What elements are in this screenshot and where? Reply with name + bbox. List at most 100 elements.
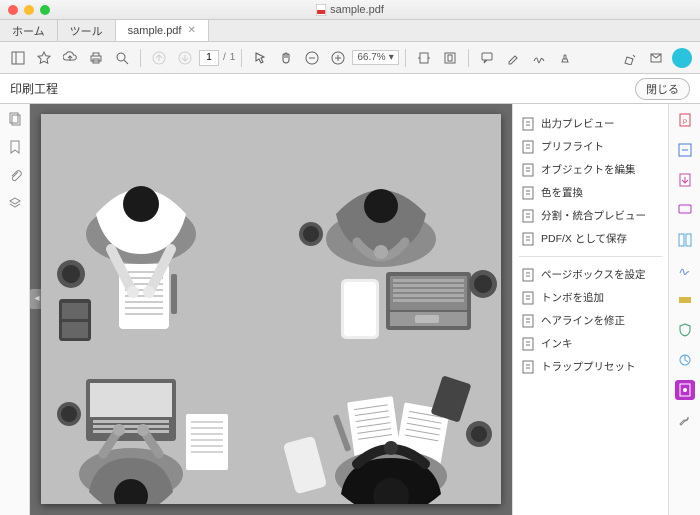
- tool-title: 印刷工程: [10, 80, 58, 97]
- comment-tool-icon: [677, 202, 693, 218]
- panel-item-icon: [521, 117, 535, 131]
- edit-tools-button[interactable]: [618, 46, 642, 70]
- tab-document-label: sample.pdf: [128, 25, 182, 37]
- panel-item-label: ヘアラインを修正: [541, 313, 625, 328]
- panel-item[interactable]: オブジェクトを編集: [519, 158, 662, 181]
- export-icon: [677, 172, 693, 188]
- zoom-window-button[interactable]: [40, 5, 50, 15]
- panel-item[interactable]: インキ: [519, 332, 662, 355]
- minus-circle-icon: [305, 51, 319, 65]
- panel-item[interactable]: 色を置換: [519, 181, 662, 204]
- panel-item-label: オブジェクトを編集: [541, 162, 636, 177]
- panel-item[interactable]: ページボックスを設定: [519, 263, 662, 286]
- close-window-button[interactable]: [8, 5, 18, 15]
- separator: [405, 49, 406, 67]
- fit-page-button[interactable]: [438, 46, 462, 70]
- print-button[interactable]: [84, 46, 108, 70]
- panel-item[interactable]: PDF/X として保存: [519, 227, 662, 250]
- organize-tool[interactable]: [675, 230, 695, 250]
- panel-item[interactable]: ヘアラインを修正: [519, 309, 662, 332]
- chevron-down-icon: ▾: [389, 52, 394, 63]
- export-pdf-tool[interactable]: [675, 170, 695, 190]
- sidebar-toggle-button[interactable]: [6, 46, 30, 70]
- create-pdf-icon: P: [677, 112, 693, 128]
- zoom-controls: 66.7% ▾: [300, 46, 398, 70]
- main-toolbar: / 1 66.7% ▾: [0, 42, 700, 74]
- zoom-dropdown[interactable]: 66.7% ▾: [352, 50, 398, 65]
- organize-icon: [677, 232, 693, 248]
- tab-tools[interactable]: ツール: [58, 20, 116, 41]
- more-tools[interactable]: [675, 410, 695, 430]
- minimize-window-button[interactable]: [24, 5, 34, 15]
- window-titlebar: sample.pdf: [0, 0, 700, 20]
- comment-button[interactable]: [475, 46, 499, 70]
- panel-item-label: 分割・統合プレビュー: [541, 208, 646, 223]
- fit-page-icon: [443, 51, 457, 65]
- page-separator: /: [223, 52, 226, 63]
- bookmarks-button[interactable]: [9, 140, 21, 154]
- panel-item-icon: [521, 360, 535, 374]
- star-button[interactable]: [32, 46, 56, 70]
- layers-icon: [8, 196, 22, 210]
- panel-item[interactable]: トンボを追加: [519, 286, 662, 309]
- optimize-tool[interactable]: [675, 350, 695, 370]
- sign-button[interactable]: [527, 46, 551, 70]
- print-production-tool[interactable]: [675, 380, 695, 400]
- share-button[interactable]: [644, 46, 668, 70]
- tab-home[interactable]: ホーム: [0, 20, 58, 41]
- next-page-button[interactable]: [173, 46, 197, 70]
- thumbnails-button[interactable]: [8, 112, 22, 126]
- layers-button[interactable]: [8, 196, 22, 210]
- stamp-button[interactable]: [553, 46, 577, 70]
- attachments-button[interactable]: [8, 168, 22, 182]
- zoom-value: 66.7%: [357, 52, 385, 63]
- sign-tool[interactable]: [675, 260, 695, 280]
- close-tool-label: 閉じる: [646, 84, 679, 96]
- panel-item-label: プリフライト: [541, 139, 604, 154]
- search-button[interactable]: [110, 46, 134, 70]
- page-number-input[interactable]: [199, 50, 219, 66]
- tab-tools-label: ツール: [70, 23, 103, 39]
- document-canvas[interactable]: ◂: [30, 104, 512, 515]
- protect-tool[interactable]: [675, 320, 695, 340]
- zoom-out-button[interactable]: [300, 46, 324, 70]
- comment-icon: [480, 51, 494, 65]
- hand-tool-button[interactable]: [274, 46, 298, 70]
- down-arrow-icon: [178, 51, 192, 65]
- panel-item-label: ページボックスを設定: [541, 267, 645, 282]
- page-indicator: / 1: [199, 50, 235, 66]
- edit-pdf-tool[interactable]: [675, 140, 695, 160]
- tab-bar: ホーム ツール sample.pdf ✕: [0, 20, 700, 42]
- redact-icon: [677, 292, 693, 308]
- panel-item-icon: [521, 209, 535, 223]
- panel-item-icon: [521, 186, 535, 200]
- account-button[interactable]: [670, 46, 694, 70]
- optimize-icon: [677, 352, 693, 368]
- panel-item-icon: [521, 140, 535, 154]
- wrench-icon: [677, 412, 693, 428]
- bookmark-icon: [9, 140, 21, 154]
- separator: [468, 49, 469, 67]
- upload-button[interactable]: [58, 46, 82, 70]
- create-pdf-tool[interactable]: P: [675, 110, 695, 130]
- panel-item[interactable]: プリフライト: [519, 135, 662, 158]
- close-tab-button[interactable]: ✕: [187, 25, 195, 36]
- comment-tool[interactable]: [675, 200, 695, 220]
- tab-document[interactable]: sample.pdf ✕: [116, 20, 209, 41]
- zoom-in-button[interactable]: [326, 46, 350, 70]
- highlight-button[interactable]: [501, 46, 525, 70]
- prev-page-button[interactable]: [147, 46, 171, 70]
- redact-tool[interactable]: [675, 290, 695, 310]
- fit-width-icon: [417, 51, 431, 65]
- panel-item[interactable]: トラッププリセット: [519, 355, 662, 378]
- panel-item[interactable]: 分割・統合プレビュー: [519, 204, 662, 227]
- panel-item-label: トンボを追加: [541, 290, 604, 305]
- fit-width-button[interactable]: [412, 46, 436, 70]
- panel-item[interactable]: 出力プレビュー: [519, 112, 662, 135]
- hand-icon: [279, 51, 293, 65]
- panel-item-label: 色を置換: [541, 185, 583, 200]
- close-tool-button[interactable]: 閉じる: [635, 78, 690, 100]
- selection-tool-button[interactable]: [248, 46, 272, 70]
- printer-icon: [89, 51, 103, 65]
- tab-home-label: ホーム: [12, 23, 45, 39]
